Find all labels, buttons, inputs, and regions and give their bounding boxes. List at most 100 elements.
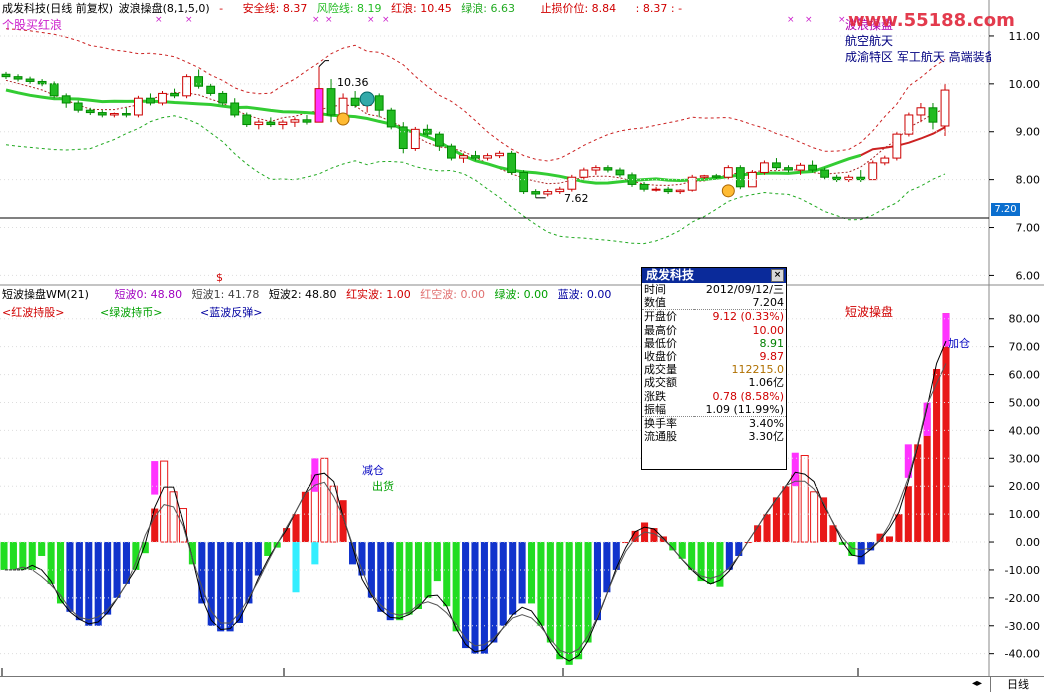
osc-tick-label: -20.00 [1005, 592, 1040, 605]
quote-key: 收盘价 [644, 350, 677, 364]
quote-window-title[interactable]: 成发科技 × [642, 268, 786, 283]
osc-bar [226, 542, 234, 632]
osc-bar [490, 542, 498, 643]
candle-body [218, 92, 228, 104]
stock-chart[interactable]: × × × × × × × × × × $ 11.0010.009.008.007.006.008… [0, 0, 1044, 693]
osc-bar [301, 491, 309, 543]
osc-bar [433, 542, 441, 582]
candle-body [675, 189, 685, 193]
quote-key: 振幅 [642, 402, 694, 417]
osc-tick-label: 30.00 [1009, 452, 1041, 465]
candle-body [134, 97, 143, 116]
main-header: 成发科技(日线 前复权) 波浪操盘(8,1,5,0) - 安全线: 8.37 风… [2, 2, 688, 15]
quote-row: 开盘价 9.12 (0.33%) [642, 310, 786, 324]
candle-body [194, 76, 204, 87]
osc-tick-label: 70.00 [1009, 341, 1041, 354]
osc-spike [151, 461, 159, 495]
red-hollow-wave: 红空波: 0.00 [420, 288, 485, 301]
quote-value: 1.06亿 [748, 376, 785, 390]
candle-body [206, 85, 216, 94]
quote-key: 开盘价 [644, 310, 677, 324]
osc-bar [414, 542, 423, 610]
quote-info-window[interactable]: 成发科技 × 时间 2012/09/12/三 数值 7.204 开盘价 9.12 (0.3… [641, 267, 787, 470]
osc-bar [188, 542, 196, 565]
osc-bar [254, 542, 262, 576]
osc-tick-label: 20.00 [1009, 480, 1041, 493]
candle-body [290, 119, 300, 123]
osc-bar [763, 514, 771, 543]
osc-bar [593, 542, 601, 621]
candle-body [121, 113, 131, 116]
osc-bar [75, 542, 83, 621]
candle-body [796, 164, 805, 171]
quote-value: 1.09 (11.99%) [694, 402, 786, 417]
quote-row: 时间 2012/09/12/三 [642, 283, 786, 296]
candle-body [483, 155, 492, 159]
candle-body [326, 88, 336, 116]
close-icon[interactable]: × [771, 269, 784, 282]
candle-body [471, 155, 480, 159]
quote-row: 换手率 3.40% [642, 416, 786, 430]
candle-body [507, 152, 517, 173]
signal-x-mark: × [155, 15, 163, 25]
osc-bar [772, 497, 780, 543]
indicator-name: 波浪操盘(8,1,5,0) [118, 2, 210, 15]
green-hold-label: <绿波持币> [100, 306, 163, 319]
osc-tick-label: -40.00 [1005, 648, 1040, 661]
top-right-sector: 航空航天 [845, 34, 894, 48]
price-tick-label: 6.00 [1016, 269, 1041, 282]
short-wave-0: 短波0: 48.80 [114, 288, 183, 301]
candle-body [603, 167, 613, 171]
candle-body [639, 183, 649, 190]
osc-bar [565, 542, 573, 665]
quote-key: 流通股 [644, 430, 677, 444]
osc-bar [452, 542, 460, 632]
blue-wave: 蓝波: 0.00 [557, 288, 612, 301]
signal-x-mark: × [382, 15, 390, 25]
price-tick-label: 9.00 [1016, 126, 1041, 139]
osc-bar [94, 542, 102, 626]
quote-value: 2012/09/12/三 [705, 283, 784, 297]
candle-body [567, 176, 577, 190]
osc-bar [386, 542, 394, 621]
candle-body [772, 162, 781, 169]
daily-tab[interactable]: 日线 [990, 677, 1044, 692]
osc-tick-label: 40.00 [1009, 424, 1041, 437]
red-solid-wave: 红实波: 1.00 [346, 288, 411, 301]
osc-bar [462, 542, 470, 649]
price-panel[interactable]: × × × × × × × × × × [1, 15, 950, 245]
osc-bar [800, 455, 809, 543]
candle-body [651, 188, 661, 191]
signal-x-mark: × [325, 15, 333, 25]
quote-value: 7.204 [694, 296, 786, 311]
signal-x-mark: × [787, 15, 795, 25]
candle-body [109, 113, 119, 116]
candle-body [242, 114, 252, 126]
candle-body [302, 119, 312, 123]
osc-name: 短波操盘WM(21) [2, 288, 89, 301]
scroll-left-icon[interactable]: ◂▸ [972, 676, 982, 692]
osc-bar [885, 536, 894, 543]
osc-bar [38, 542, 46, 556]
quote-key: 数值 [642, 296, 694, 311]
top-right-concepts: 成渝特区 军工航天 高端装备 [845, 51, 991, 64]
price-tick-label: 7.00 [1016, 222, 1041, 235]
buy-marker-icon [336, 112, 350, 126]
quote-row: 最低价 8.91 [642, 337, 786, 350]
high-price-mark: 10.36 [337, 76, 369, 89]
osc-bar [405, 542, 413, 615]
candle-body [434, 133, 444, 147]
osc-bar [292, 514, 300, 543]
osc-bar [104, 542, 112, 615]
osc-tick-label: -10.00 [1005, 564, 1040, 577]
osc-bar [697, 542, 705, 582]
quote-key: 最高价 [644, 323, 677, 337]
quote-key: 换手率 [644, 416, 677, 430]
candle-body [808, 164, 817, 171]
candle-body [374, 95, 384, 111]
candle-body [760, 162, 769, 173]
price-tick-label: 8.00 [1016, 174, 1041, 187]
oscillator-panel[interactable]: $ [0, 271, 950, 665]
osc-bar [320, 457, 329, 543]
osc-tick-label: 60.00 [1009, 369, 1041, 382]
